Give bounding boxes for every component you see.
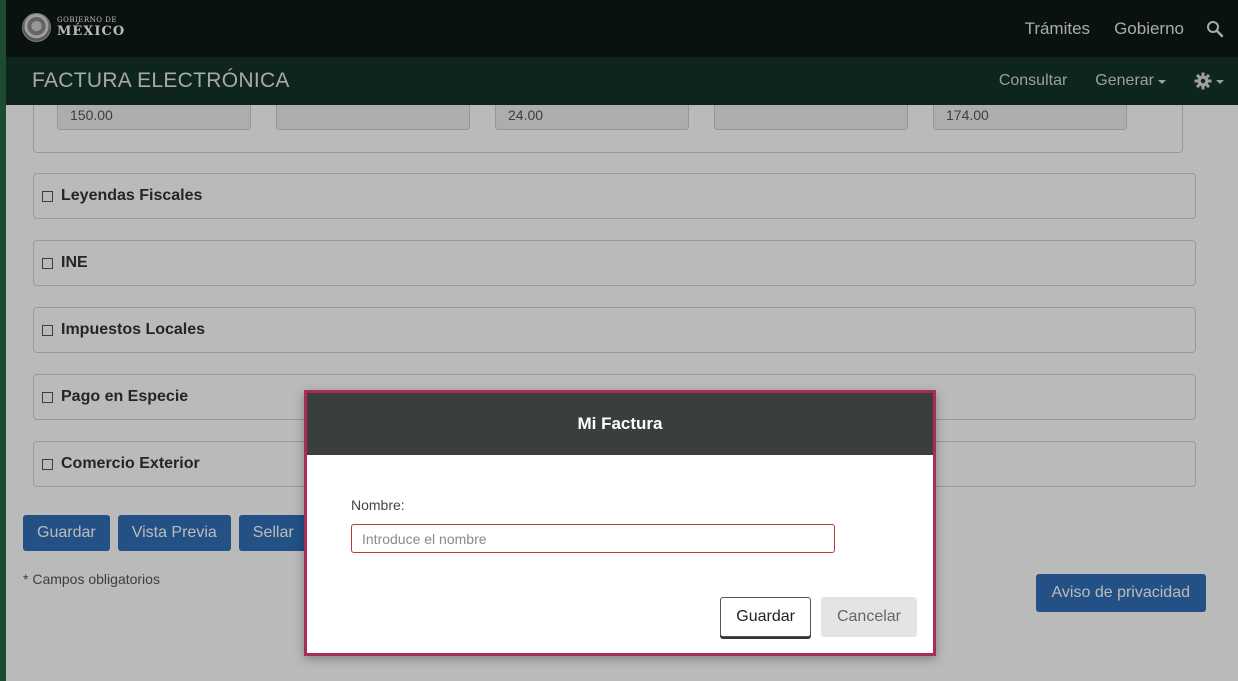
name-field-label: Nombre: <box>351 497 405 513</box>
modal-title: Mi Factura <box>307 393 933 455</box>
browser-frame: GOBIERNO DE MÉXICO Trámites Gobierno FAC… <box>0 0 1238 681</box>
modal-buttons: Guardar Cancelar <box>720 597 917 637</box>
save-invoice-modal: Mi Factura Nombre: Guardar Cancelar <box>304 390 936 656</box>
modal-cancel-button[interactable]: Cancelar <box>820 597 917 637</box>
modal-save-button[interactable]: Guardar <box>720 597 811 637</box>
name-input[interactable] <box>351 524 835 553</box>
